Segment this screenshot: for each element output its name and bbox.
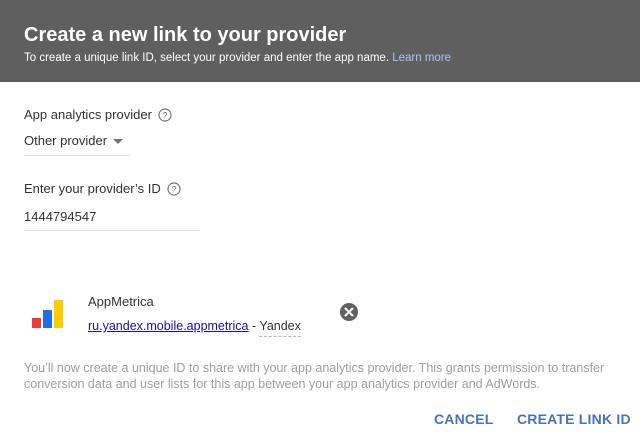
selected-app-card: AppMetrica ru.yandex.mobile.appmetrica -…: [24, 290, 374, 340]
app-package-link[interactable]: ru.yandex.mobile.appmetrica: [88, 319, 249, 333]
id-label: Enter your provider’s ID: [24, 181, 161, 196]
app-separator: -: [251, 319, 257, 333]
dialog-title: Create a new link to your provider: [24, 24, 347, 46]
help-icon[interactable]: ?: [167, 181, 181, 196]
learn-more-link[interactable]: Learn more: [392, 52, 451, 64]
provider-select[interactable]: Other provider: [24, 128, 130, 156]
provider-id-input[interactable]: [24, 203, 200, 231]
remove-app-icon[interactable]: [339, 302, 359, 322]
app-name: AppMetrica: [88, 294, 154, 309]
id-label-row: Enter your provider’s ID ?: [24, 181, 181, 196]
dialog-subtitle: To create a unique link ID, select your …: [24, 52, 451, 64]
dialog-header: Create a new link to your provider To cr…: [0, 0, 640, 82]
info-text: You’ll now create a unique ID to share w…: [24, 361, 605, 391]
dropdown-arrow-icon: [113, 139, 123, 144]
provider-label-row: App analytics provider ?: [24, 107, 172, 122]
app-store-name: Yandex: [259, 319, 301, 337]
svg-text:?: ?: [171, 184, 176, 194]
cancel-button[interactable]: CANCEL: [434, 411, 494, 427]
create-link-id-button[interactable]: CREATE LINK ID: [517, 411, 631, 427]
app-details: ru.yandex.mobile.appmetrica - Yandex: [88, 319, 301, 337]
svg-text:?: ?: [162, 110, 167, 120]
provider-select-value: Other provider: [24, 133, 108, 148]
provider-label: App analytics provider: [24, 107, 152, 122]
help-icon[interactable]: ?: [158, 107, 172, 122]
appmetrica-logo-icon: [32, 300, 63, 328]
dialog-subtitle-text: To create a unique link ID, select your …: [24, 52, 390, 64]
